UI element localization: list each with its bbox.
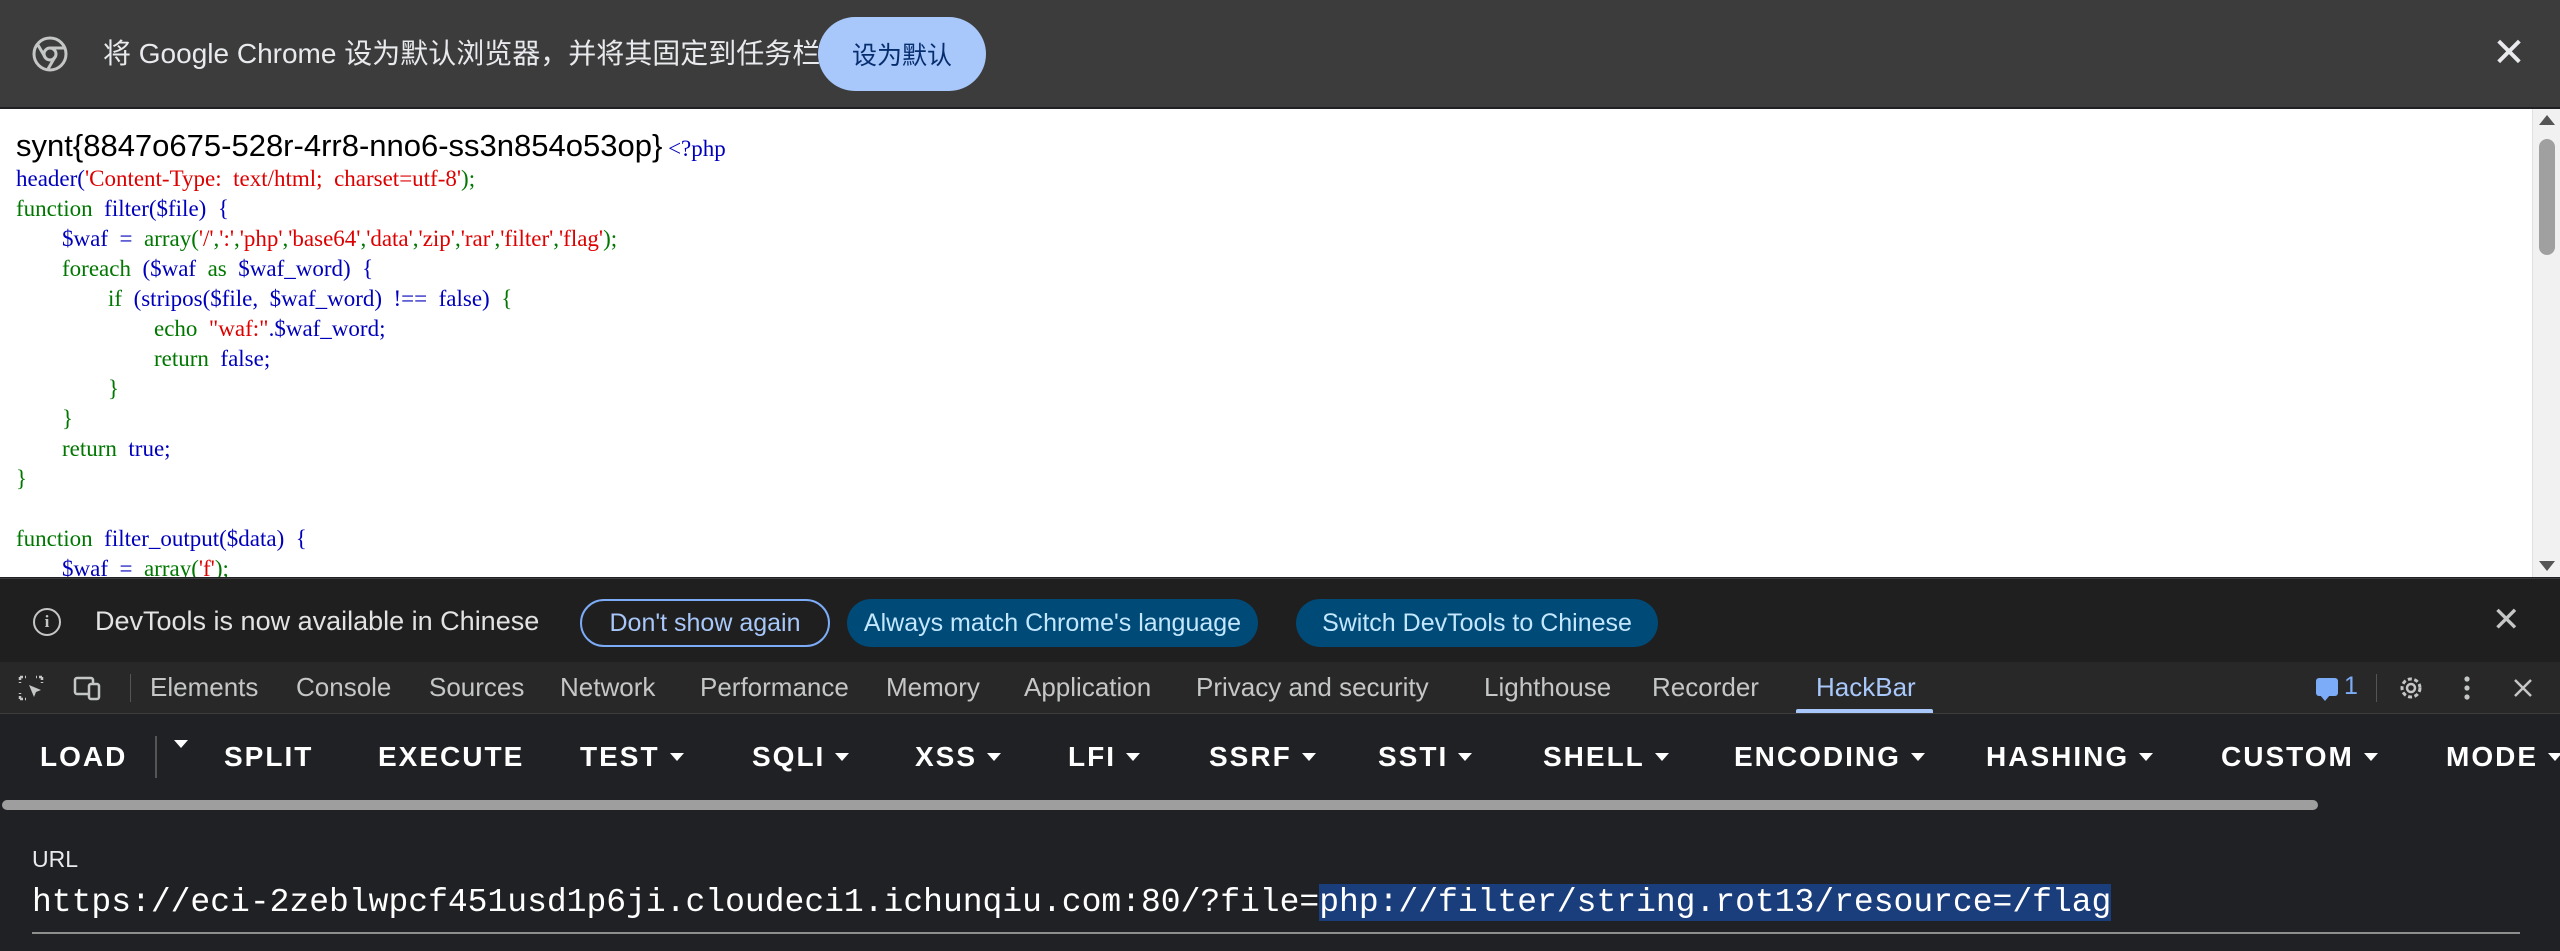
code-line: if (stripos($file, $waf_word) !== false)… <box>16 286 513 311</box>
hackbar-load-dropdown[interactable] <box>164 740 188 748</box>
tab-lighthouse[interactable]: Lighthouse <box>1484 670 1611 704</box>
code-line: function filter_output($data) { <box>16 526 307 551</box>
code-line: echo "waf:".$waf_word; <box>16 316 386 341</box>
code-line: function filter($file) { <box>16 196 229 221</box>
chevron-down-icon <box>2363 753 2378 761</box>
tab-separator <box>130 674 131 702</box>
hackbar-ssrf-menu[interactable]: SSRF <box>1209 740 1316 774</box>
set-default-button[interactable]: 设为默认 <box>818 17 986 91</box>
hackbar-split-button[interactable]: SPLIT <box>224 740 313 774</box>
issues-icon <box>2316 677 2338 701</box>
hackbar-test-menu[interactable]: TEST <box>580 740 684 774</box>
hackbar-xss-menu[interactable]: XSS <box>915 740 1002 774</box>
hackbar-hashing-menu[interactable]: HASHING <box>1986 740 2154 774</box>
url-label: URL <box>32 846 79 872</box>
code-line: } <box>16 376 120 401</box>
match-language-button[interactable]: Always match Chrome's language <box>847 599 1258 647</box>
settings-gear-icon[interactable] <box>2396 673 2426 703</box>
chevron-down-icon <box>1301 753 1316 761</box>
hackbar-custom-menu[interactable]: CUSTOM <box>2221 740 2378 774</box>
hackbar-mode-menu[interactable]: MODE <box>2446 740 2560 774</box>
chevron-down-icon <box>1458 753 1473 761</box>
scroll-up-icon[interactable] <box>2539 115 2555 125</box>
hackbar-divider <box>155 736 157 778</box>
tab-network[interactable]: Network <box>560 670 655 704</box>
chrome-logo-icon <box>32 36 68 72</box>
chevron-down-icon <box>174 740 188 748</box>
code-line: header('Content-Type: text/html; charset… <box>16 166 476 191</box>
tab-hackbar[interactable]: HackBar <box>1816 670 1916 704</box>
infobar-message: 将 Google Chrome 设为默认浏览器，并将其固定到任务栏 <box>103 38 821 69</box>
tab-elements[interactable]: Elements <box>150 670 258 704</box>
php-source: synt{8847o675-528r-4rr8-nno6-ss3n854o53o… <box>16 128 726 578</box>
chevron-down-icon <box>2139 753 2154 761</box>
chevron-down-icon <box>2548 753 2560 761</box>
devtools-language-infobar: i DevTools is now available in Chinese D… <box>0 578 2560 662</box>
chevron-down-icon <box>835 753 850 761</box>
url-prefix: https://eci-2zeblwpcf451usd1p6ji.cloudec… <box>32 884 1320 921</box>
code-line: $waf = array('/',':','php','base64','dat… <box>16 226 618 251</box>
tab-sources[interactable]: Sources <box>429 670 524 704</box>
chevron-down-icon <box>1654 753 1669 761</box>
hackbar-load-button[interactable]: LOAD <box>40 740 127 774</box>
devtools-tab-bar: Elements Console Sources Network Perform… <box>0 662 2560 714</box>
chevron-down-icon <box>1126 753 1140 761</box>
issues-count: 1 <box>2344 672 2358 700</box>
code-line: $waf = array('f'); <box>16 556 229 577</box>
code-line: } <box>16 406 74 431</box>
hackbar-horizontal-scrollbar[interactable] <box>0 798 2560 812</box>
tab-performance[interactable]: Performance <box>700 670 849 704</box>
tab-memory[interactable]: Memory <box>886 670 980 704</box>
more-options-icon[interactable] <box>2452 673 2482 703</box>
chevron-down-icon <box>669 753 684 761</box>
chevron-down-icon <box>1910 753 1925 761</box>
code-line: return true; <box>16 436 171 461</box>
hackbar-sqli-menu[interactable]: SQLI <box>752 740 850 774</box>
issues-counter[interactable]: 1 <box>2316 672 2358 701</box>
hackbar-url-panel: URL https://eci-2zeblwpcf451usd1p6ji.clo… <box>0 812 2560 951</box>
url-selected-text: php://filter/string.rot13/resource=/flag <box>1319 884 2112 921</box>
default-browser-infobar: 将 Google Chrome 设为默认浏览器，并将其固定到任务栏 设为默认 ✕ <box>0 0 2560 108</box>
tab-application[interactable]: Application <box>1024 670 1151 704</box>
page-scrollbar[interactable] <box>2532 109 2560 577</box>
active-tab-indicator <box>1796 709 1933 713</box>
tab-separator <box>2376 674 2377 702</box>
hackbar-scroll-thumb[interactable] <box>2 800 2318 810</box>
tab-privacy-security[interactable]: Privacy and security <box>1196 670 1429 704</box>
switch-to-chinese-button[interactable]: Switch DevTools to Chinese <box>1296 599 1658 647</box>
flag-text: synt{8847o675-528r-4rr8-nno6-ss3n854o53o… <box>16 128 663 163</box>
hackbar-execute-button[interactable]: EXECUTE <box>378 740 524 774</box>
code-line: return false; <box>16 346 271 371</box>
hackbar-shell-menu[interactable]: SHELL <box>1543 740 1669 774</box>
scroll-thumb[interactable] <box>2539 139 2555 255</box>
dont-show-again-button[interactable]: Don't show again <box>580 599 830 647</box>
info-icon: i <box>33 608 61 636</box>
tab-recorder[interactable]: Recorder <box>1652 670 1759 704</box>
tab-console[interactable]: Console <box>296 670 391 704</box>
hackbar-encoding-menu[interactable]: ENCODING <box>1734 740 1925 774</box>
hackbar-lfi-menu[interactable]: LFI <box>1068 740 1140 774</box>
page-content: synt{8847o675-528r-4rr8-nno6-ss3n854o53o… <box>0 109 2560 577</box>
hackbar-toolbar: LOAD SPLIT EXECUTE TEST SQLI XSS LFI SSR… <box>0 714 2560 800</box>
close-devtools-icon[interactable] <box>2508 673 2538 703</box>
url-input[interactable]: https://eci-2zeblwpcf451usd1p6ji.cloudec… <box>32 878 2520 934</box>
scroll-down-icon[interactable] <box>2539 561 2555 571</box>
devtools-info-message: DevTools is now available in Chinese <box>95 606 540 636</box>
chevron-down-icon <box>987 753 1002 761</box>
infobar-close-icon[interactable]: ✕ <box>2490 33 2528 73</box>
php-open-tag: <?php <box>668 136 726 161</box>
code-line: foreach ($waf as $waf_word) { <box>16 256 374 281</box>
device-toolbar-icon[interactable] <box>72 673 102 703</box>
devtools-info-close-icon[interactable]: ✕ <box>2492 601 2521 639</box>
hackbar-ssti-menu[interactable]: SSTI <box>1378 740 1473 774</box>
inspect-element-icon[interactable] <box>16 673 46 703</box>
code-line: } <box>16 466 28 491</box>
